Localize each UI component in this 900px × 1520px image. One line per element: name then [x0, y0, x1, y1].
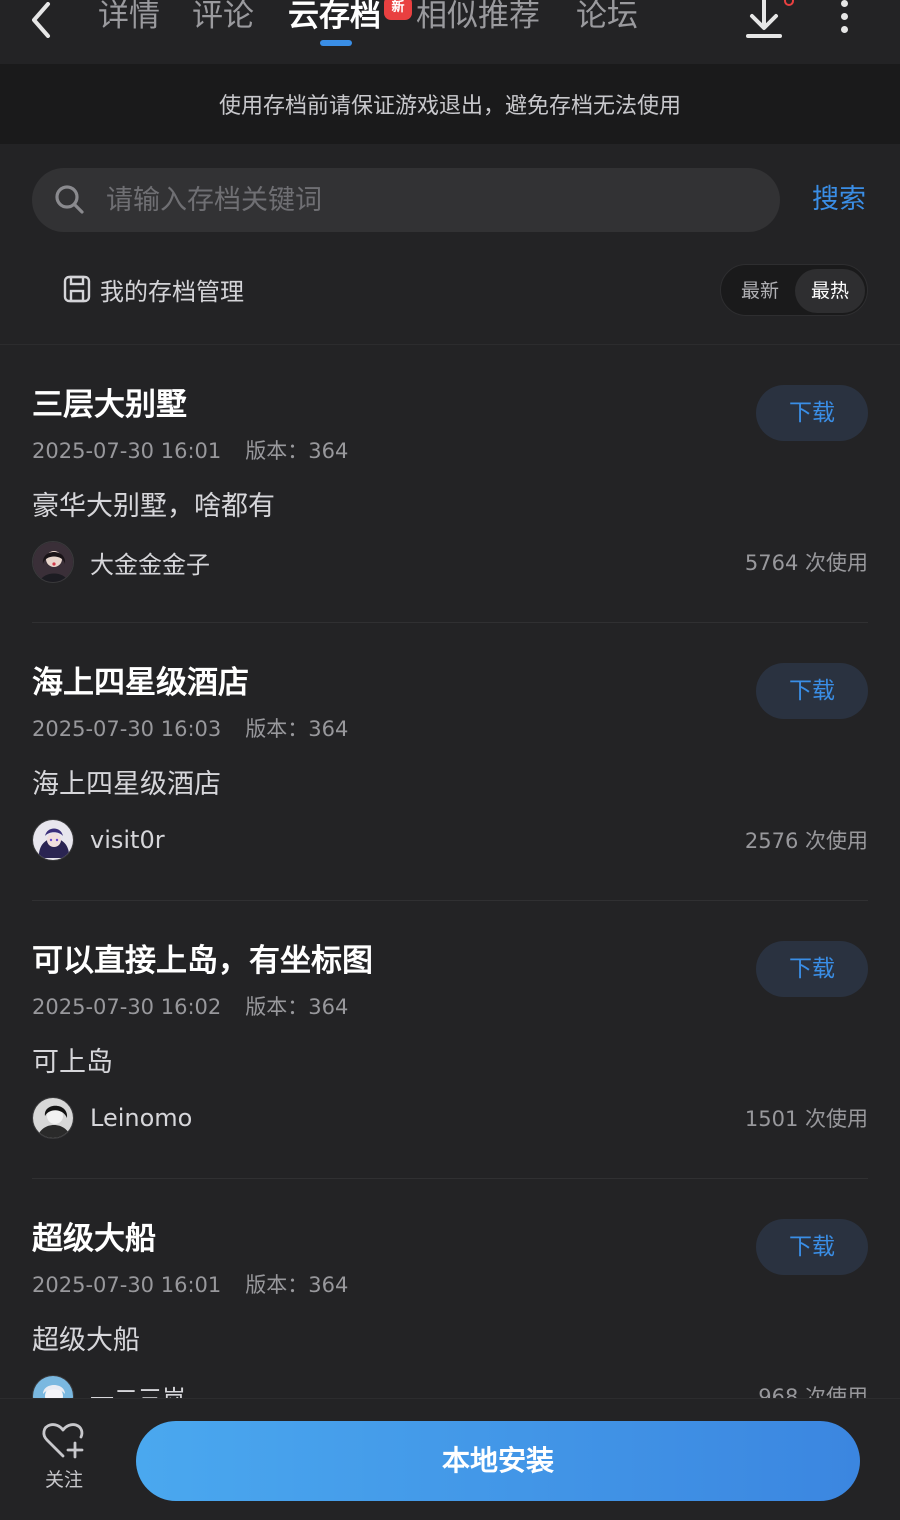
save-description: 海上四星级酒店	[32, 769, 221, 800]
save-version: 版本：364	[245, 1273, 349, 1297]
new-badge: 新	[384, 0, 412, 20]
sort-toggle: 最新 最热	[720, 264, 868, 316]
tab-details[interactable]: 详情	[98, 0, 160, 38]
app-screen: 详情 评论 云存档 新 相似推荐 论坛 使用存档前请保证游戏退出，避免存档无法使…	[0, 0, 900, 1520]
avatar	[32, 1375, 74, 1398]
follow-label: 关注	[44, 1469, 83, 1491]
back-arrow-icon	[32, 2, 50, 38]
save-date: 2025-07-30 16:01	[32, 439, 222, 463]
download-button[interactable]: 下载	[756, 385, 868, 441]
more-dot-icon	[840, 0, 848, 7]
tab-comments[interactable]: 评论	[192, 0, 254, 38]
more-dot-icon	[840, 13, 848, 20]
save-author[interactable]: visit0r	[32, 819, 165, 861]
save-meta: 2025-07-30 16:01 版本：364	[32, 435, 348, 467]
save-file-icon	[63, 275, 91, 303]
avatar	[32, 541, 74, 583]
save-author[interactable]: Leinomo	[32, 1097, 192, 1139]
save-item[interactable]: 超级大船 2025-07-30 16:01 版本：364 超级大船 一二三岚 96…	[0, 1179, 900, 1398]
use-count: 2576 次使用	[744, 829, 868, 853]
bottom-action-bar: 关注 本地安装	[0, 1398, 900, 1520]
search-input[interactable]	[106, 184, 780, 216]
download-button[interactable]: 下载	[756, 941, 868, 997]
more-dot-icon	[840, 26, 848, 33]
follow-button[interactable]: 关注	[22, 1421, 106, 1505]
author-name: Leinomo	[90, 1104, 193, 1132]
download-manager-button[interactable]	[742, 0, 790, 42]
avatar	[32, 819, 74, 861]
local-install-button[interactable]: 本地安装	[136, 1421, 860, 1501]
my-saves-manage-link[interactable]: 我的存档管理	[62, 270, 244, 308]
save-version: 版本：364	[245, 717, 349, 741]
author-name: visit0r	[90, 826, 165, 854]
save-title: 可以直接上岛，有坐标图	[32, 943, 373, 979]
download-notification-dot	[784, 0, 794, 6]
save-meta: 2025-07-30 16:01 版本：364	[32, 1269, 348, 1301]
download-button[interactable]: 下载	[756, 1219, 868, 1275]
save-author[interactable]: 大金金金子	[32, 541, 210, 583]
save-date: 2025-07-30 16:02	[32, 995, 222, 1019]
save-version: 版本：364	[245, 439, 349, 463]
more-menu-button[interactable]	[828, 0, 860, 40]
save-title: 三层大别墅	[32, 387, 187, 423]
save-title: 海上四星级酒店	[32, 665, 249, 701]
search-icon	[55, 185, 84, 214]
use-count: 1501 次使用	[744, 1107, 868, 1131]
search-bar[interactable]	[32, 168, 780, 232]
save-author[interactable]: 一二三岚	[32, 1375, 186, 1398]
tab-forum[interactable]: 论坛	[576, 0, 638, 38]
sort-option-latest[interactable]: 最新	[725, 269, 795, 313]
author-name: 大金金金子	[90, 550, 210, 579]
save-description: 可上岛	[32, 1047, 113, 1078]
save-item[interactable]: 三层大别墅 2025-07-30 16:01 版本：364 豪华大别墅，啥都有 大…	[0, 345, 900, 623]
top-nav: 详情 评论 云存档 新 相似推荐 论坛	[0, 0, 900, 64]
save-date: 2025-07-30 16:01	[32, 1273, 222, 1297]
save-description: 超级大船	[32, 1325, 140, 1356]
save-meta: 2025-07-30 16:03 版本：364	[32, 713, 348, 745]
my-saves-manage-label: 我的存档管理	[100, 277, 244, 306]
author-name: 一二三岚	[90, 1379, 186, 1399]
save-meta: 2025-07-30 16:02 版本：364	[32, 991, 348, 1023]
use-count: 5764 次使用	[744, 551, 868, 575]
avatar	[32, 1097, 74, 1139]
save-date: 2025-07-30 16:03	[32, 717, 222, 741]
search-button[interactable]: 搜索	[812, 178, 866, 222]
download-icon	[746, 0, 782, 38]
active-tab-indicator	[320, 40, 352, 46]
back-button[interactable]	[22, 0, 62, 40]
tab-cloud-saves[interactable]: 云存档	[288, 0, 381, 38]
save-version: 版本：364	[245, 995, 349, 1019]
tab-similar[interactable]: 相似推荐	[416, 0, 540, 38]
notice-banner: 使用存档前请保证游戏退出，避免存档无法使用	[0, 64, 900, 144]
save-list: 三层大别墅 2025-07-30 16:01 版本：364 豪华大别墅，啥都有 大…	[0, 345, 900, 1398]
save-item[interactable]: 海上四星级酒店 2025-07-30 16:03 版本：364 海上四星级酒店 v…	[0, 623, 900, 901]
sort-option-hot[interactable]: 最热	[795, 269, 865, 313]
heart-plus-icon	[42, 1423, 84, 1459]
use-count: 968 次使用	[758, 1385, 868, 1398]
download-button[interactable]: 下载	[756, 663, 868, 719]
save-item[interactable]: 可以直接上岛，有坐标图 2025-07-30 16:02 版本：364 可上岛 L…	[0, 901, 900, 1179]
save-description: 豪华大别墅，啥都有	[32, 491, 275, 522]
save-title: 超级大船	[32, 1221, 156, 1257]
